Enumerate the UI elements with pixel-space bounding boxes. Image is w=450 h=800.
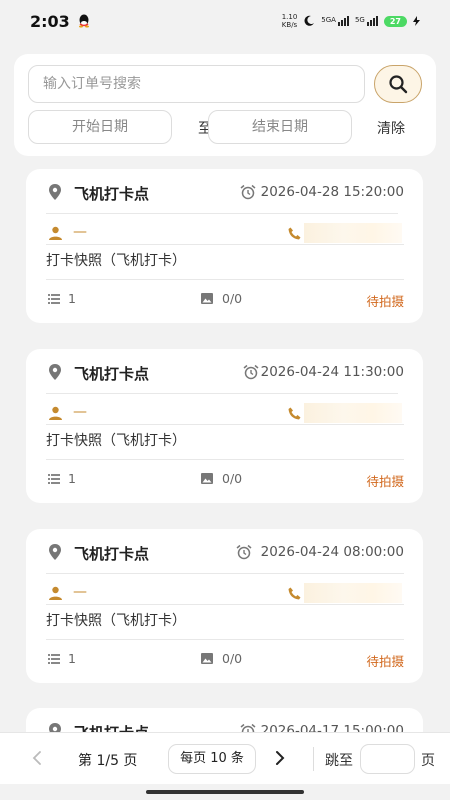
phone-number-masked xyxy=(304,403,402,423)
signal2-label: 5G xyxy=(354,16,365,24)
contact-name: — xyxy=(73,404,87,420)
signal-5g-icon: 5G xyxy=(355,16,378,26)
chevron-right-icon[interactable] xyxy=(273,750,287,766)
divider xyxy=(46,213,398,214)
page-unit-label: 页 xyxy=(421,753,435,769)
jump-page-input[interactable] xyxy=(360,744,415,774)
divider xyxy=(313,747,314,771)
net-speed-unit: KB/s xyxy=(281,21,298,29)
order-card[interactable]: 飞机打卡点 2026-04-24 08:00:00 — 打卡快照（飞机打卡） 1… xyxy=(26,529,423,683)
phone-icon[interactable] xyxy=(288,227,301,240)
status-icons: 1.10 KB/s 5GA 5G 27 xyxy=(282,13,420,29)
image-icon xyxy=(201,293,213,304)
qq-icon xyxy=(78,14,89,28)
location-pin-icon xyxy=(49,364,61,380)
pagination-bar: 第 1/5 页 每页 10 条 跳至 页 xyxy=(0,732,450,784)
order-description: 打卡快照（飞机打卡） xyxy=(46,433,186,449)
search-panel: 输入订单号搜索 开始日期 至 结束日期 清除 xyxy=(14,54,436,156)
chevron-left-icon[interactable] xyxy=(30,750,44,766)
order-card[interactable]: 飞机打卡点 2026-04-28 15:20:00 — 打卡快照（飞机打卡） 1… xyxy=(26,169,423,323)
person-icon xyxy=(49,226,62,240)
divider xyxy=(46,393,398,394)
signal1-label: 5GA xyxy=(321,16,336,24)
divider xyxy=(46,279,404,280)
divider xyxy=(46,244,404,245)
photo-count: 0/0 xyxy=(222,651,243,666)
clear-button[interactable]: 清除 xyxy=(377,118,405,138)
divider xyxy=(46,459,404,460)
divider xyxy=(46,639,404,640)
item-count: 1 xyxy=(68,291,76,306)
battery-icon: 27 xyxy=(383,15,407,27)
phone-icon[interactable] xyxy=(288,587,301,600)
page-size-select[interactable]: 每页 10 条 xyxy=(168,744,256,774)
status-time: 2:03 xyxy=(30,11,70,31)
status-left: 2:03 xyxy=(30,12,90,31)
order-title: 飞机打卡点 xyxy=(74,365,150,383)
signal-5ga-icon: 5GA xyxy=(321,16,349,26)
status-bar: 2:03 1.10 KB/s 5GA 5G 27 xyxy=(0,0,450,42)
list-icon xyxy=(48,474,60,484)
contact-name: — xyxy=(73,584,87,600)
item-count: 1 xyxy=(68,651,76,666)
divider xyxy=(46,424,404,425)
divider xyxy=(46,573,404,574)
order-time: 2026-04-28 15:20:00 xyxy=(260,184,404,200)
location-pin-icon xyxy=(49,184,61,200)
alarm-clock-icon xyxy=(240,184,256,200)
order-card[interactable]: 飞机打卡点 2026-04-24 11:30:00 — 打卡快照（飞机打卡） 1… xyxy=(26,349,423,503)
order-title: 飞机打卡点 xyxy=(74,185,150,203)
net-speed-value: 1.10 xyxy=(281,13,298,21)
moon-icon xyxy=(304,15,315,26)
divider xyxy=(46,604,404,605)
list-icon xyxy=(48,294,60,304)
order-description: 打卡快照（飞机打卡） xyxy=(46,253,186,269)
photo-count: 0/0 xyxy=(222,471,243,486)
image-icon xyxy=(201,473,213,484)
start-date-field[interactable]: 开始日期 xyxy=(28,110,172,144)
order-description: 打卡快照（飞机打卡） xyxy=(46,613,186,629)
order-status: 待拍摄 xyxy=(366,294,404,309)
order-search-input[interactable]: 输入订单号搜索 xyxy=(28,65,365,103)
order-time: 2026-04-24 08:00:00 xyxy=(260,544,404,560)
phone-number-masked xyxy=(304,583,402,603)
item-count: 1 xyxy=(68,471,76,486)
person-icon xyxy=(49,586,62,600)
person-icon xyxy=(49,406,62,420)
alarm-clock-icon xyxy=(236,544,252,560)
photo-count: 0/0 xyxy=(222,291,243,306)
alarm-clock-icon xyxy=(243,364,259,380)
charging-icon xyxy=(413,16,420,26)
end-date-field[interactable]: 结束日期 xyxy=(208,110,352,144)
image-icon xyxy=(201,653,213,664)
contact-name: — xyxy=(73,224,87,240)
phone-icon[interactable] xyxy=(288,407,301,420)
order-time: 2026-04-24 11:30:00 xyxy=(260,364,404,380)
page-info: 第 1/5 页 xyxy=(78,753,138,769)
phone-number-masked xyxy=(304,223,402,243)
order-status: 待拍摄 xyxy=(366,474,404,489)
search-button[interactable] xyxy=(374,65,422,103)
jump-to-label: 跳至 xyxy=(325,753,353,769)
network-speed: 1.10 KB/s xyxy=(282,13,298,29)
location-pin-icon xyxy=(49,544,61,560)
home-indicator[interactable] xyxy=(146,790,304,794)
search-icon xyxy=(389,75,408,94)
list-icon xyxy=(48,654,60,664)
order-status: 待拍摄 xyxy=(366,654,404,669)
order-title: 飞机打卡点 xyxy=(74,545,150,563)
